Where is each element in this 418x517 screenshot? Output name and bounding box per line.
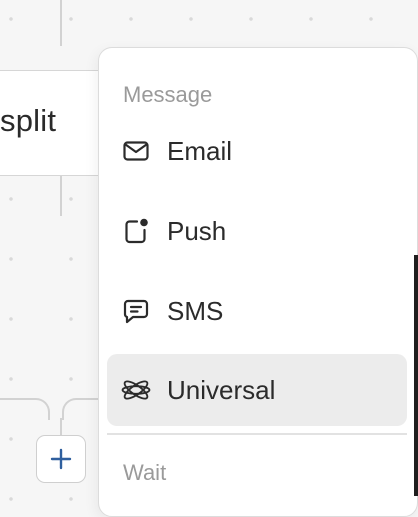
- connector-line-top: [60, 0, 62, 46]
- menu-item-push[interactable]: Push: [107, 195, 407, 267]
- menu-item-label: Email: [167, 135, 233, 166]
- universal-orbit-icon: [120, 374, 152, 406]
- menu-item-email[interactable]: Email: [107, 115, 407, 187]
- add-step-menu: Message Email Push SMS Universal Wait: [98, 47, 418, 517]
- menu-item-label: Universal: [167, 374, 276, 405]
- section-header-message: Message: [123, 82, 213, 107]
- menu-item-label: Push: [167, 215, 227, 246]
- menu-item-label: SMS: [167, 295, 224, 326]
- add-step-button[interactable]: [36, 435, 86, 483]
- envelope-icon: [120, 135, 152, 167]
- branch-connector-left: [0, 398, 50, 420]
- plus-icon: [50, 448, 72, 470]
- connector-line-middle: [60, 176, 62, 216]
- menu-item-sms[interactable]: SMS: [107, 275, 407, 347]
- section-header-wait: Wait: [123, 460, 167, 485]
- split-node-label: split: [0, 103, 57, 138]
- push-notification-icon: [120, 215, 152, 247]
- menu-divider: [107, 433, 407, 435]
- message-bubble-icon: [120, 295, 152, 327]
- connector-line-to-add: [60, 418, 62, 435]
- menu-item-universal[interactable]: Universal: [107, 354, 407, 426]
- window-edge: [414, 255, 418, 496]
